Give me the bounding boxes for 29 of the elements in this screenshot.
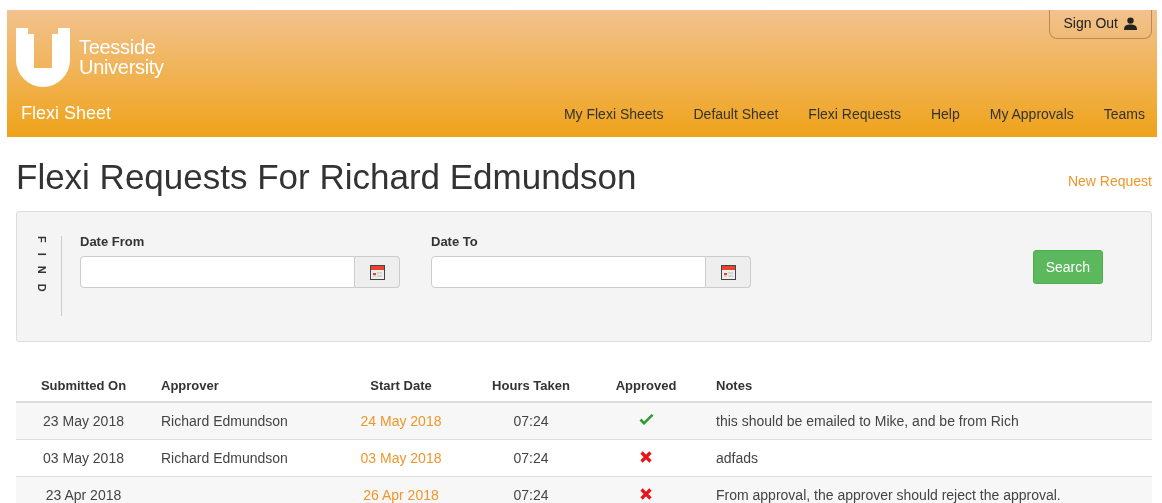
page-title: Flexi Requests For Richard Edmundson xyxy=(16,157,637,197)
calendar-button[interactable] xyxy=(355,256,400,288)
sign-out-button[interactable]: Sign Out xyxy=(1048,10,1152,39)
field-label: Date To xyxy=(431,234,479,249)
date-field[interactable] xyxy=(431,256,706,288)
nav-link[interactable]: Flexi Requests xyxy=(808,105,901,122)
table-cell: Richard Edmundson xyxy=(161,413,288,429)
logo-text: University xyxy=(79,57,164,77)
calendar-icon xyxy=(720,264,736,280)
nav-link[interactable]: Teams xyxy=(1103,105,1145,122)
table-cell: 23 Apr 2018 xyxy=(16,476,151,503)
nav-link[interactable]: Help xyxy=(930,105,960,122)
nav-link[interactable]: Default Sheet xyxy=(693,105,779,122)
university-logo-icon xyxy=(16,28,70,88)
user-icon xyxy=(1124,16,1137,30)
field-label: Date From xyxy=(80,234,146,249)
find-label: FIND xyxy=(35,236,62,316)
table-cell: this should be emailed to Mike, and be from Rich xyxy=(701,402,1152,440)
nav-link[interactable]: My Approvals xyxy=(989,105,1074,122)
calendar-button[interactable] xyxy=(706,256,751,288)
calendar-icon xyxy=(369,264,385,280)
nav-link[interactable]: My Flexi Sheets xyxy=(563,105,664,122)
table-cell: From approval, the approver should reject the approval. xyxy=(701,476,1152,503)
date-field[interactable] xyxy=(80,256,355,288)
table-cell: 07:24 xyxy=(471,402,591,440)
table-cell: Richard Edmundson xyxy=(161,450,288,466)
logo-text: Teesside xyxy=(79,37,157,57)
table-cell: 23 May 2018 xyxy=(16,402,151,440)
table-cell: 07:24 xyxy=(471,476,591,503)
